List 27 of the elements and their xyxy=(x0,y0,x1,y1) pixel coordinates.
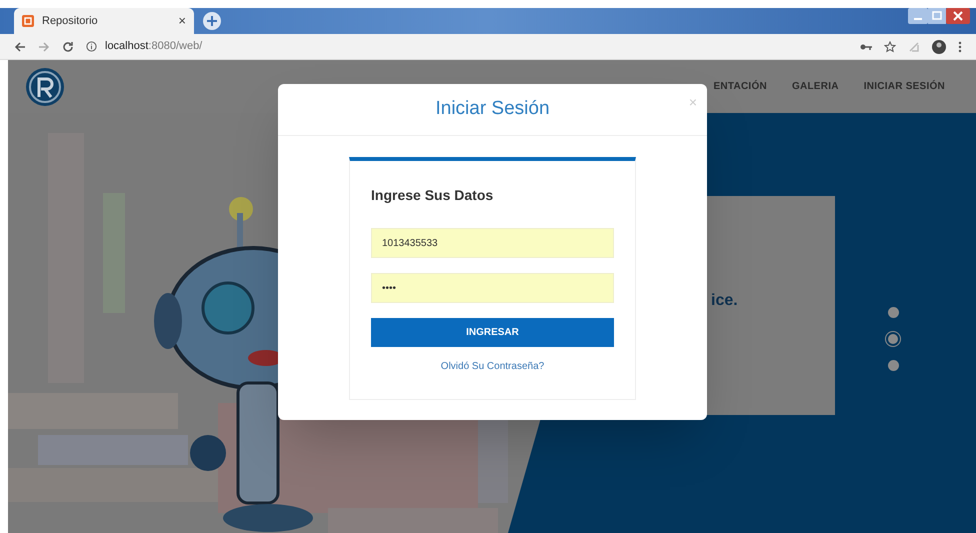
info-icon xyxy=(86,41,97,52)
forgot-password-link[interactable]: Olvidó Su Contraseña? xyxy=(440,359,544,374)
login-button[interactable]: INGRESAR xyxy=(371,318,614,347)
url-text: localhost:8080/web/ xyxy=(105,39,202,54)
carousel-dot[interactable] xyxy=(885,331,901,347)
new-tab-icon[interactable] xyxy=(202,11,222,31)
nav-link[interactable]: GALERIA xyxy=(792,79,839,94)
logo-icon xyxy=(24,66,66,106)
menu-icon[interactable] xyxy=(958,40,962,52)
dialog-title: Iniciar Sesión xyxy=(435,97,550,122)
input-field[interactable]: •••• xyxy=(371,273,614,303)
nav-link[interactable]: INICIAR SESIÓN xyxy=(864,79,945,94)
back-icon[interactable] xyxy=(14,40,26,52)
star-icon[interactable] xyxy=(884,40,896,52)
card-heading: Ingrese Sus Datos xyxy=(371,186,494,205)
tab-close-button[interactable]: × xyxy=(178,11,186,31)
nav-link[interactable]: ENTACIÓN xyxy=(713,79,767,94)
window-controls-icon[interactable] xyxy=(908,8,970,26)
reload-icon[interactable] xyxy=(62,40,74,52)
key-icon[interactable] xyxy=(860,42,872,50)
slide-caption: ice. xyxy=(711,290,738,310)
browser-tab[interactable]: Repositorio × xyxy=(14,8,194,34)
tab-title: Repositorio xyxy=(42,14,99,29)
avatar-icon[interactable] xyxy=(932,40,946,54)
app-icon xyxy=(22,15,34,27)
input-field[interactable]: 1013435533 xyxy=(371,228,614,258)
address-field[interactable]: localhost:8080/web/ xyxy=(86,38,202,55)
